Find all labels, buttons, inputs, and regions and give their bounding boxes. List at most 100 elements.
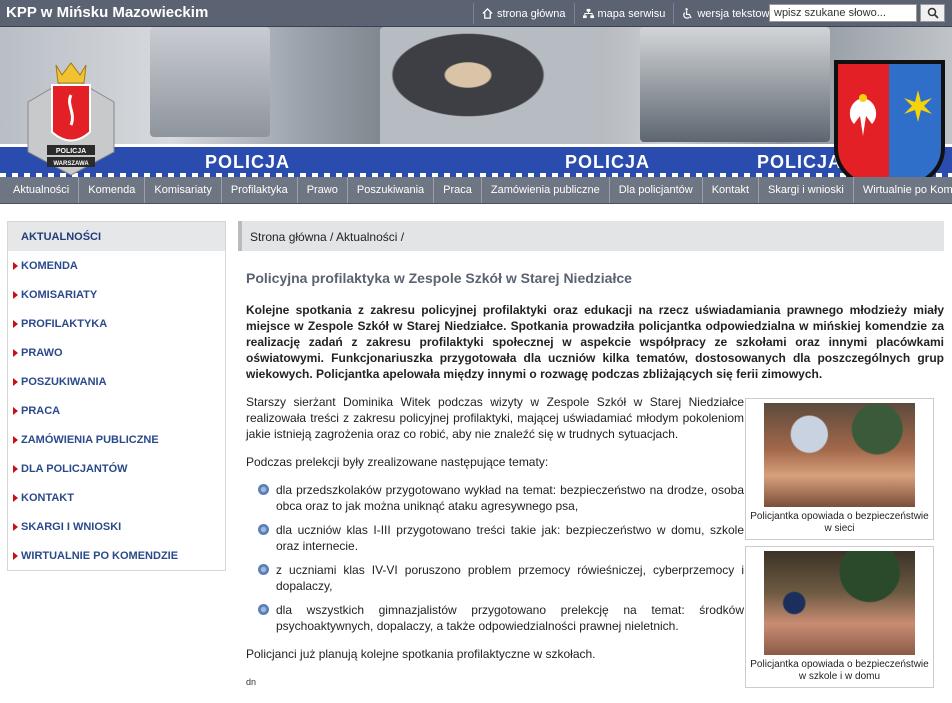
article-lead: Kolejne spotkania z zakresu policyjnej p… [246, 303, 944, 381]
arrow-icon [13, 436, 18, 444]
list-item-text: dla przedszkolaków przygotowano wykład n… [276, 483, 744, 513]
nav-item-wirtualnie-po-komendzie[interactable]: Wirtualnie po Komendzie [854, 177, 952, 203]
top-links: strona główna mapa serwisu wersja teksto… [473, 3, 784, 24]
accessibility-icon [683, 8, 693, 19]
bullet-icon [258, 524, 269, 535]
arrow-icon [13, 494, 18, 502]
nav-item-prawo[interactable]: Prawo [298, 177, 348, 203]
badge-subtext: WARSZAWA [53, 161, 89, 167]
photo-figure[interactable]: Policjantka opowiada o bezpieczeństwie w… [745, 398, 934, 540]
photo-classroom[interactable] [764, 403, 915, 507]
sidebar-item-poszukiwania[interactable]: POSZUKIWANIA [8, 367, 225, 396]
photo-figure[interactable]: Policjantka opowiada o bezpieczeństwie w… [745, 546, 934, 688]
sidebar-item-label: PROFILAKTYKA [21, 317, 108, 330]
text-version-link-label: wersja tekstowa [697, 7, 776, 20]
bullet-icon [258, 484, 269, 495]
bullet-icon [258, 564, 269, 575]
text-version-link[interactable]: wersja tekstowa [673, 3, 783, 24]
home-link[interactable]: strona główna [473, 3, 574, 24]
list-item: dla uczniów klas I-III przygotowano treś… [258, 522, 744, 554]
home-icon [482, 8, 493, 19]
article-title: Policyjna profilaktyka w Zespole Szkół w… [246, 270, 632, 286]
list-item: dla wszystkich gimnazjalistów przygotowa… [258, 602, 744, 634]
list-item: z uczniami klas IV-VI poruszono problem … [258, 562, 744, 594]
sidebar-item-label: PRACA [21, 404, 61, 417]
photo-classroom[interactable] [764, 551, 915, 655]
article-body: Starszy sierżant Dominika Witek podczas … [246, 394, 744, 690]
sidebar-item-skargi-i-wnioski[interactable]: SKARGI I WNIOSKI [8, 512, 225, 541]
sidebar-item-aktualnosci[interactable]: AKTUALNOŚCI [8, 222, 225, 251]
police-text: POLICJA [757, 152, 843, 172]
sidebar-item-komenda[interactable]: KOMENDA [8, 251, 225, 280]
sidebar-item-prawo[interactable]: PRAWO [8, 338, 225, 367]
nav-item-poszukiwania[interactable]: Poszukiwania [348, 177, 435, 203]
nav-item-praca[interactable]: Praca [434, 177, 482, 203]
home-link-label: strona główna [497, 7, 566, 20]
sidebar-item-label: PRAWO [21, 346, 63, 359]
sidebar-item-label: AKTUALNOŚCI [21, 230, 102, 243]
author-signature: dn [246, 677, 257, 687]
nav-item-profilaktyka[interactable]: Profilaktyka [222, 177, 298, 203]
police-text: POLICJA [205, 152, 291, 172]
sidebar-item-label: POSZUKIWANIA [21, 375, 107, 388]
search-icon [927, 7, 939, 19]
nav-item-komisariaty[interactable]: Komisariaty [145, 177, 222, 203]
arrow-icon [13, 262, 18, 270]
topics-list: dla przedszkolaków przygotowano wykład n… [258, 482, 744, 634]
nav-item-aktualności[interactable]: Aktualności [4, 177, 80, 203]
banner-photo-motorcycle [380, 27, 600, 147]
nav-item-skargi-i-wnioski[interactable]: Skargi i wnioski [759, 177, 854, 203]
police-text: POLICJA [565, 152, 651, 172]
search-input[interactable] [769, 4, 917, 22]
list-item-text: z uczniami klas IV-VI poruszono problem … [276, 563, 744, 593]
sidebar-menu: AKTUALNOŚCI KOMENDA KOMISARIATY PROFILAKTY… [7, 221, 226, 571]
sitemap-link[interactable]: mapa serwisu [573, 3, 674, 24]
breadcrumb[interactable]: Strona główna / Aktualności / [238, 221, 944, 251]
bullet-icon [258, 604, 269, 615]
arrow-icon [13, 523, 18, 531]
sitemap-icon [582, 8, 594, 19]
top-bar: KPP w Mińsku Mazowieckim strona główna m… [0, 0, 952, 27]
sidebar-item-profilaktyka[interactable]: PROFILAKTYKA [8, 309, 225, 338]
list-item: dla przedszkolaków przygotowano wykład n… [258, 482, 744, 514]
sidebar-item-praca[interactable]: PRACA [8, 396, 225, 425]
sitemap-link-label: mapa serwisu [597, 7, 666, 20]
arrow-icon [13, 407, 18, 415]
article-paragraph: Podczas prelekcji były zrealizowane nast… [246, 455, 549, 469]
sidebar-item-label: ZAMÓWIENIA PUBLICZNE [21, 433, 159, 446]
banner-photo-kids [150, 27, 270, 137]
sidebar-item-label: DLA POLICJANTÓW [21, 462, 128, 475]
photo-caption: Policjantka opowiada o bezpieczeństwie w… [750, 511, 929, 534]
nav-item-dla-policjantów[interactable]: Dla policjantów [610, 177, 703, 203]
sidebar-item-zamówienia-publiczne[interactable]: ZAMÓWIENIA PUBLICZNE [8, 425, 225, 454]
banner-photo-cyclist [640, 27, 830, 142]
arrow-icon [13, 465, 18, 473]
county-coat-of-arms [834, 60, 945, 177]
article-paragraph: Policjanci już planują kolejne spotkania… [246, 647, 596, 661]
list-item-text: dla uczniów klas I-III przygotowano treś… [276, 523, 744, 553]
article-paragraph: Starszy sierżant Dominika Witek podczas … [246, 395, 744, 441]
list-item-text: dla wszystkich gimnazjalistów przygotowa… [276, 603, 744, 633]
site-title[interactable]: KPP w Mińsku Mazowieckim [6, 4, 208, 21]
sidebar-item-komisariaty[interactable]: KOMISARIATY [8, 280, 225, 309]
header-banner: POLICJA POLICJA POLICJA POLICJA WARSZAWA [0, 27, 952, 177]
arrow-icon [13, 291, 18, 299]
nav-item-kontakt[interactable]: Kontakt [703, 177, 760, 203]
sidebar-item-kontakt[interactable]: KONTAKT [8, 483, 225, 512]
police-strip: POLICJA POLICJA POLICJA [0, 144, 952, 177]
arrow-icon [13, 378, 18, 386]
police-badge-logo[interactable]: POLICJA WARSZAWA [22, 57, 120, 177]
arrow-icon [13, 349, 18, 357]
sidebar-item-label: KOMENDA [21, 259, 78, 272]
arrow-icon [13, 552, 18, 560]
nav-item-zamówienia-publiczne[interactable]: Zamówienia publiczne [482, 177, 610, 203]
sidebar-item-label: KONTAKT [21, 491, 74, 504]
sidebar-item-label: KOMISARIATY [21, 288, 98, 301]
sidebar-item-label: SKARGI I WNIOSKI [21, 520, 122, 533]
nav-item-komenda[interactable]: Komenda [79, 177, 146, 203]
sidebar-item-dla-policjantów[interactable]: DLA POLICJANTÓW [8, 454, 225, 483]
sidebar-item-wirtualnie-po-komendzie[interactable]: WIRTUALNIE PO KOMENDZIE [8, 541, 225, 570]
sidebar-item-label: WIRTUALNIE PO KOMENDZIE [21, 549, 179, 562]
search-button[interactable] [920, 4, 945, 22]
badge-text: POLICJA [56, 148, 86, 155]
